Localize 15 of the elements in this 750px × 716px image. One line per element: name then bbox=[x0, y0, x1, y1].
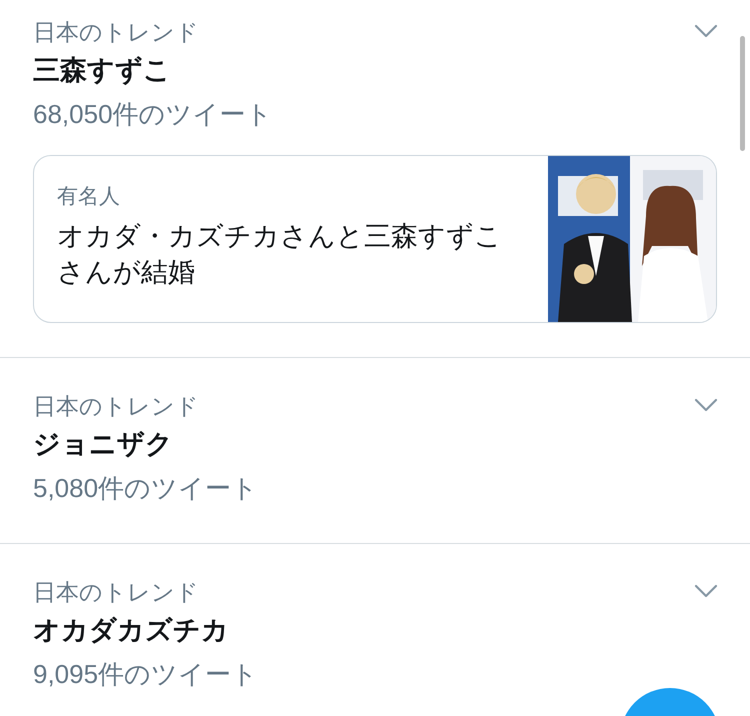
chevron-down-icon[interactable] bbox=[694, 24, 718, 38]
tweet-count: 9,095件のツイート bbox=[33, 658, 258, 691]
chevron-down-icon[interactable] bbox=[694, 398, 718, 412]
trend-name[interactable]: オカダカズチカ bbox=[33, 609, 229, 651]
card-category: 有名人 bbox=[57, 184, 120, 210]
tweet-count: 68,050件のツイート bbox=[33, 98, 273, 131]
trend-category: 日本のトレンド bbox=[33, 392, 199, 421]
trend-name[interactable]: ジョニザク bbox=[33, 423, 173, 465]
trend-category: 日本のトレンド bbox=[33, 578, 199, 607]
trend-category: 日本のトレンド bbox=[33, 18, 199, 47]
tweet-count: 5,080件のツイート bbox=[33, 472, 258, 505]
card-headline: オカダ・カズチカさんと三森すずこさんが結婚 bbox=[57, 220, 503, 289]
trend-name[interactable]: 三森すずこ bbox=[33, 49, 171, 91]
chevron-down-icon[interactable] bbox=[694, 584, 718, 598]
news-card[interactable]: 有名人 オカダ・カズチカさんと三森すずこさんが結婚 bbox=[33, 155, 717, 323]
